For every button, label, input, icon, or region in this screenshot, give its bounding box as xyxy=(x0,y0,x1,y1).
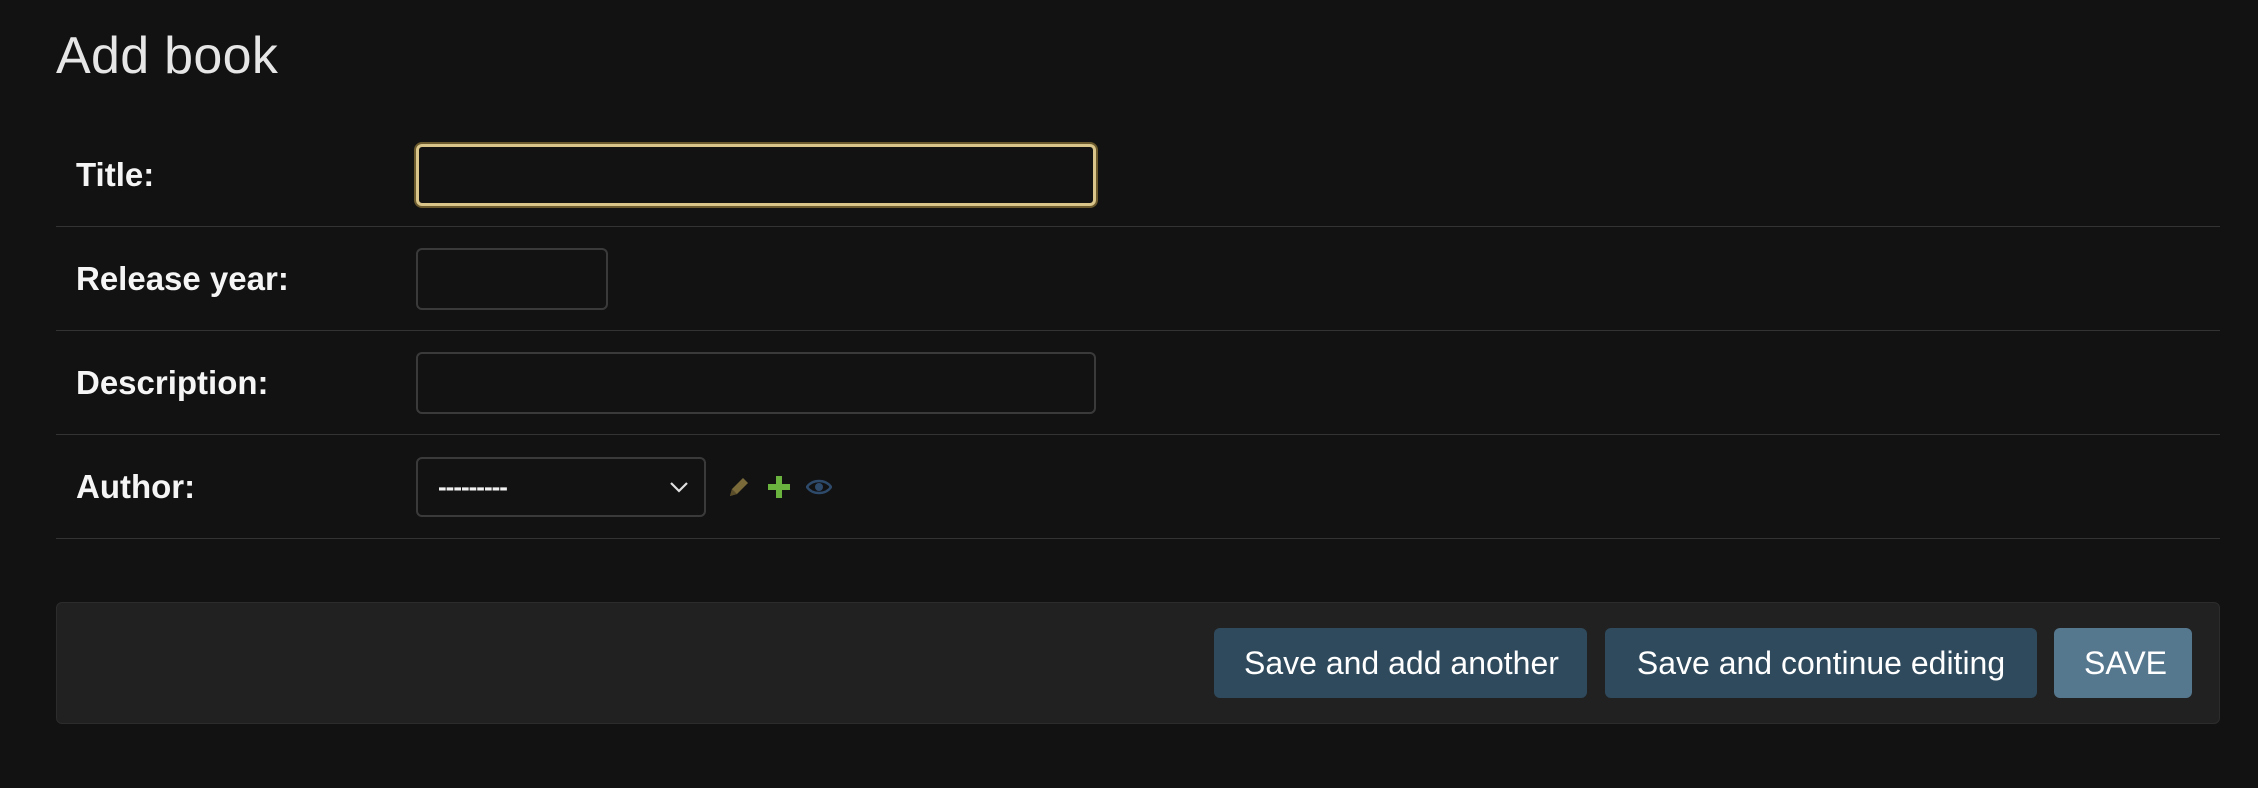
release-year-input[interactable] xyxy=(416,247,608,310)
release-year-label: Release year: xyxy=(76,259,289,297)
plus-icon[interactable] xyxy=(766,474,792,500)
save-and-continue-editing-button[interactable]: Save and continue editing xyxy=(1605,628,2037,698)
pencil-icon[interactable] xyxy=(726,474,752,500)
title-input[interactable] xyxy=(416,143,1096,206)
author-label: Author: xyxy=(76,467,196,505)
chevron-down-icon xyxy=(668,476,690,498)
form-row-author: Author: --------- xyxy=(56,435,2220,539)
description-label: Description: xyxy=(76,363,269,401)
save-button[interactable]: SAVE xyxy=(2054,628,2192,698)
save-and-add-another-button[interactable]: Save and add another xyxy=(1214,628,1587,698)
author-select-value: --------- xyxy=(438,471,508,501)
author-related-actions xyxy=(726,472,833,502)
author-select[interactable]: --------- xyxy=(416,456,706,517)
form-row-title: Title: xyxy=(56,123,2220,227)
title-label: Title: xyxy=(76,155,155,193)
form-row-release-year: Release year: xyxy=(56,227,2220,331)
page-title: Add book xyxy=(56,27,279,85)
description-input[interactable] xyxy=(416,351,1096,414)
submit-row: Save and add another Save and continue e… xyxy=(56,602,2220,724)
form-row-description: Description: xyxy=(56,331,2220,435)
eye-icon[interactable] xyxy=(805,474,833,500)
